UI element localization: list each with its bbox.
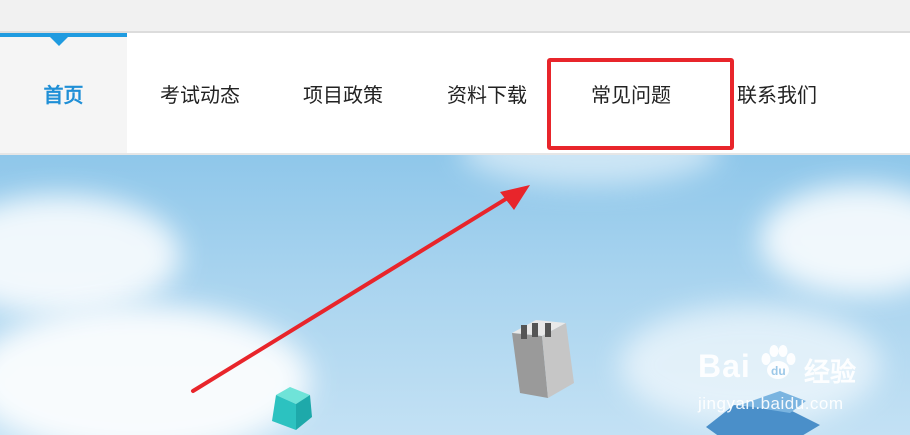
nav-item-downloads[interactable]: 资料下载 xyxy=(422,33,552,153)
faq-highlight-box xyxy=(547,58,734,150)
teal-cube-icon xyxy=(272,387,312,430)
nav-item-label: 联系我们 xyxy=(737,82,817,107)
watermark-brand: Bai xyxy=(698,348,751,384)
browser-top-strip xyxy=(0,0,910,31)
baidu-jingyan-watermark: Bai du 经验 jingyan.baidu.com xyxy=(698,345,868,420)
nav-item-home[interactable]: 首页 xyxy=(0,33,127,153)
main-navigation: 首页 考试动态 项目政策 资料下载 常见问题 联系我们 xyxy=(0,33,910,153)
gray-cube-icon xyxy=(512,320,574,398)
watermark-url: jingyan.baidu.com xyxy=(698,394,844,413)
svg-text:du: du xyxy=(771,364,786,378)
nav-item-label: 资料下载 xyxy=(447,82,527,107)
nav-item-exam-news[interactable]: 考试动态 xyxy=(135,33,265,153)
active-tab-caret-icon xyxy=(50,37,68,46)
nav-item-label: 考试动态 xyxy=(160,82,240,107)
nav-item-project-policy[interactable]: 项目政策 xyxy=(278,33,408,153)
nav-item-label: 项目政策 xyxy=(303,82,383,107)
watermark-jingyan: 经验 xyxy=(804,358,857,388)
baidu-paw-icon: du xyxy=(761,345,796,379)
nav-item-label: 首页 xyxy=(43,82,84,107)
